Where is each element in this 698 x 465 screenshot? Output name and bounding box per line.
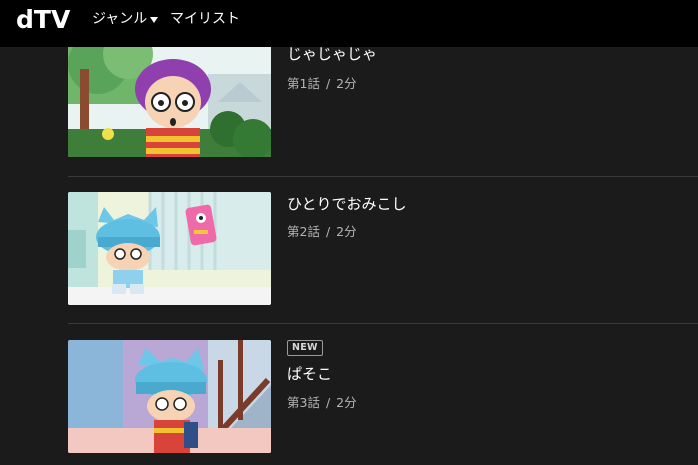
list-divider (68, 176, 698, 177)
episode-number: 第2話 (287, 224, 320, 239)
episode-number: 第3話 (287, 395, 320, 410)
episode-duration: 2分 (336, 76, 357, 91)
page: dTV ジャンル マイリスト じゃじゃじゃ 第1話 / 2分 ひとりでおみこし … (0, 0, 698, 465)
episode-meta: 第2話 / 2分 (287, 224, 357, 240)
episode-title[interactable]: じゃじゃじゃ (287, 44, 377, 64)
top-header: dTV ジャンル マイリスト (0, 0, 698, 47)
episode-title[interactable]: ひとりでおみこし (287, 194, 407, 214)
nav-genre-label: ジャンル (92, 11, 148, 27)
nav-genre-menu[interactable]: ジャンル (92, 10, 159, 28)
episode-thumbnail[interactable] (68, 192, 271, 305)
meta-separator: / (325, 76, 331, 91)
episode-duration: 2分 (336, 224, 357, 239)
new-badge: NEW (287, 340, 323, 356)
episode-meta: 第3話 / 2分 (287, 395, 357, 411)
nav-mylist-link[interactable]: マイリスト (170, 10, 240, 28)
episode-duration: 2分 (336, 395, 357, 410)
meta-separator: / (325, 395, 331, 410)
dtv-logo[interactable]: dTV (16, 5, 70, 35)
list-divider (68, 323, 698, 324)
episode-thumbnail[interactable] (68, 340, 271, 453)
episode-meta: 第1話 / 2分 (287, 76, 357, 92)
episode-title[interactable]: ぱそこ (287, 364, 332, 384)
meta-separator: / (325, 224, 331, 239)
nav-mylist-label: マイリスト (170, 11, 240, 27)
episode-number: 第1話 (287, 76, 320, 91)
episode-thumbnail[interactable] (68, 44, 271, 157)
chevron-down-icon (150, 16, 159, 23)
